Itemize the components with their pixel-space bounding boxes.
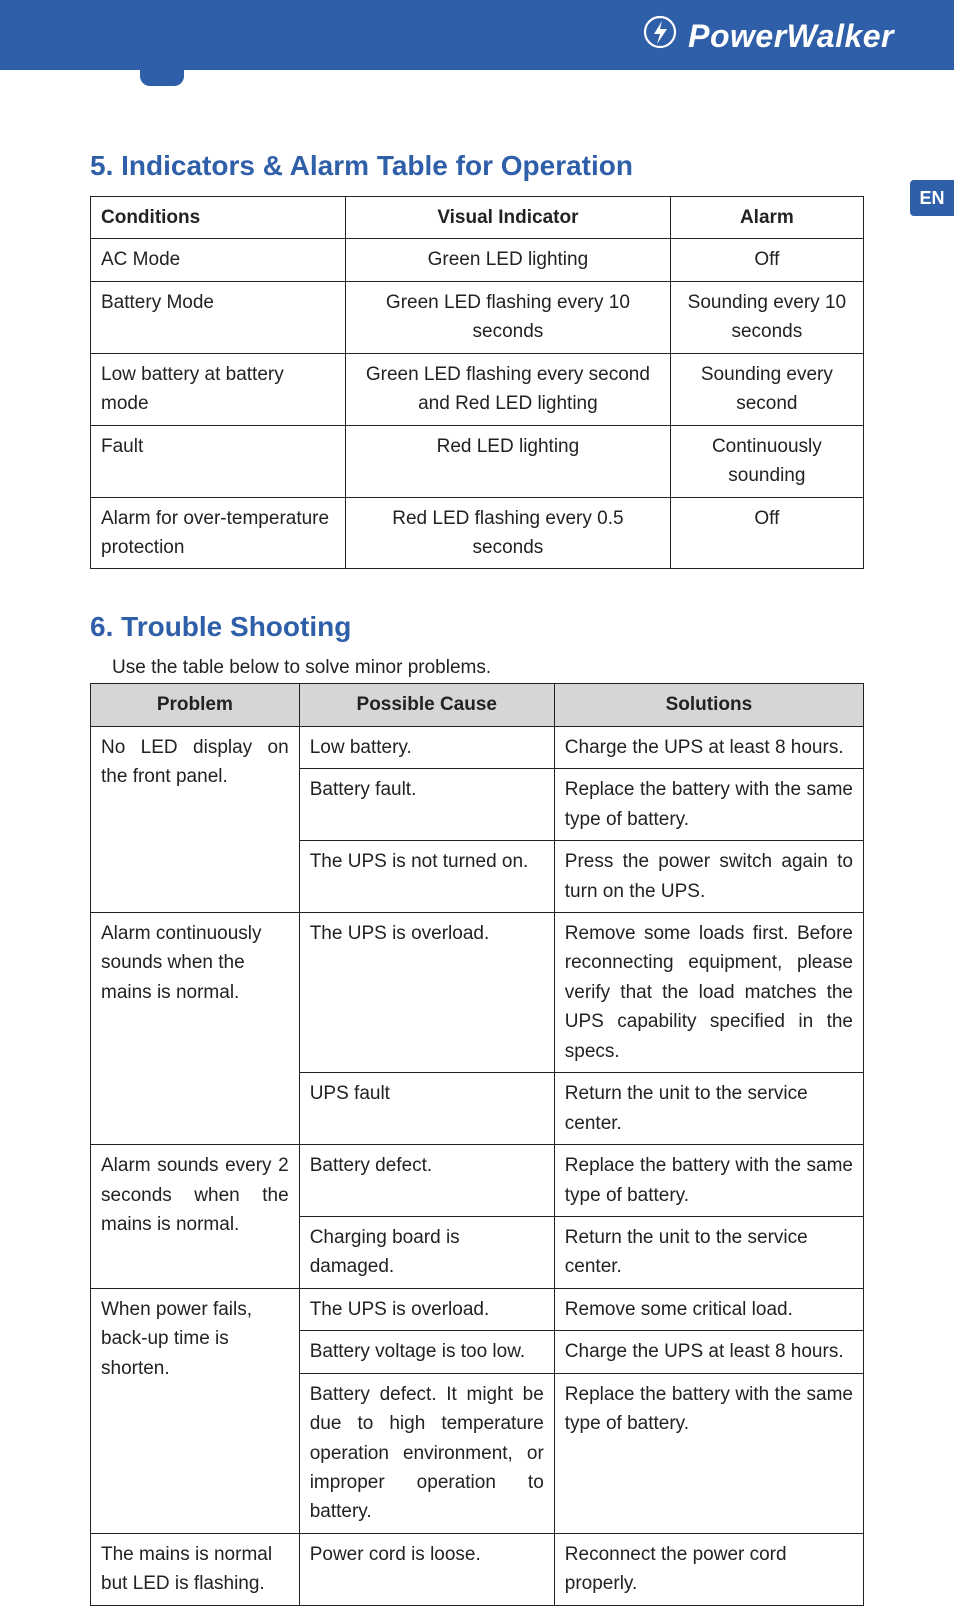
brand-logo: PowerWalker <box>642 14 894 58</box>
cell-cause: Battery fault. <box>299 769 554 841</box>
section6-intro: Use the table below to solve minor probl… <box>112 657 864 679</box>
cell-visual: Red LED lighting <box>346 425 671 497</box>
cell-problem: The mains is normal but LED is flashing. <box>91 1533 300 1605</box>
content: 5. Indicators & Alarm Table for Operatio… <box>90 0 864 1606</box>
table-row: When power fails, back-up time is shorte… <box>91 1288 864 1330</box>
cell-cause: Battery defect. <box>299 1145 554 1217</box>
cell-solution: Replace the battery with the same type o… <box>554 1373 863 1533</box>
cell-visual: Green LED flashing every 10 seconds <box>346 281 671 353</box>
cell-cause: Low battery. <box>299 726 554 768</box>
table-row: Low battery at battery mode Green LED fl… <box>91 353 864 425</box>
section6-title: 6. Trouble Shooting <box>90 611 864 643</box>
cell-alarm: Off <box>670 497 863 569</box>
cell-alarm: Off <box>670 239 863 281</box>
cell-cause: UPS fault <box>299 1073 554 1145</box>
cell-cause: Power cord is loose. <box>299 1533 554 1605</box>
cell-solution: Return the unit to the service center. <box>554 1073 863 1145</box>
table-row: AC Mode Green LED lighting Off <box>91 239 864 281</box>
cell-alarm: Sounding every 10 seconds <box>670 281 863 353</box>
table-header-row: Conditions Visual Indicator Alarm <box>91 197 864 239</box>
language-badge: EN <box>910 180 954 216</box>
header-tab-stub <box>140 0 184 86</box>
troubleshooting-table: Problem Possible Cause Solutions No LED … <box>90 683 864 1605</box>
table-row: Battery Mode Green LED flashing every 10… <box>91 281 864 353</box>
cell-problem: Alarm continuously sounds when the mains… <box>91 913 300 1145</box>
cell-solution: Return the unit to the service center. <box>554 1216 863 1288</box>
table-row: Alarm sounds every 2 seconds when the ma… <box>91 1145 864 1217</box>
table-row: Alarm for over-temperature protection Re… <box>91 497 864 569</box>
cell-solution: Press the power switch again to turn on … <box>554 841 863 913</box>
header-bar: PowerWalker <box>0 0 954 86</box>
cell-cause: The UPS is overload. <box>299 913 554 1073</box>
cell-solution: Reconnect the power cord properly. <box>554 1533 863 1605</box>
cell-cause: Battery defect. It might be due to high … <box>299 1373 554 1533</box>
indicators-table: Conditions Visual Indicator Alarm AC Mod… <box>90 196 864 569</box>
cell-solution: Replace the battery with the same type o… <box>554 1145 863 1217</box>
col-cause: Possible Cause <box>299 684 554 726</box>
col-alarm: Alarm <box>670 197 863 239</box>
table-row: The mains is normal but LED is flashing.… <box>91 1533 864 1605</box>
cell-visual: Red LED flashing every 0.5 seconds <box>346 497 671 569</box>
cell-cause: The UPS is overload. <box>299 1288 554 1330</box>
cell-visual: Green LED flashing every second and Red … <box>346 353 671 425</box>
cell-condition: Fault <box>91 425 346 497</box>
col-conditions: Conditions <box>91 197 346 239</box>
cell-solution: Remove some critical load. <box>554 1288 863 1330</box>
col-solution: Solutions <box>554 684 863 726</box>
section5-title: 5. Indicators & Alarm Table for Operatio… <box>90 150 864 182</box>
brand-icon <box>642 14 678 58</box>
cell-alarm: Sounding every second <box>670 353 863 425</box>
cell-solution: Remove some loads first. Before reconnec… <box>554 913 863 1073</box>
cell-cause: Charging board is damaged. <box>299 1216 554 1288</box>
cell-condition: Low battery at battery mode <box>91 353 346 425</box>
col-problem: Problem <box>91 684 300 726</box>
cell-solution: Replace the battery with the same type o… <box>554 769 863 841</box>
cell-problem: When power fails, back-up time is shorte… <box>91 1288 300 1533</box>
table-row: Fault Red LED lighting Continuously soun… <box>91 425 864 497</box>
cell-condition: AC Mode <box>91 239 346 281</box>
cell-cause: The UPS is not turned on. <box>299 841 554 913</box>
cell-visual: Green LED lighting <box>346 239 671 281</box>
brand-text: PowerWalker <box>688 18 894 55</box>
cell-condition: Battery Mode <box>91 281 346 353</box>
cell-alarm: Continuously sounding <box>670 425 863 497</box>
cell-solution: Charge the UPS at least 8 hours. <box>554 726 863 768</box>
cell-problem: No LED display on the front panel. <box>91 726 300 912</box>
col-visual: Visual Indicator <box>346 197 671 239</box>
table-row: Alarm continuously sounds when the mains… <box>91 913 864 1073</box>
table-header-row: Problem Possible Cause Solutions <box>91 684 864 726</box>
section6: 6. Trouble Shooting Use the table below … <box>90 611 864 1605</box>
cell-problem: Alarm sounds every 2 seconds when the ma… <box>91 1145 300 1289</box>
page: PowerWalker EN 5. Indicators & Alarm Tab… <box>0 0 954 1352</box>
table-row: No LED display on the front panel. Low b… <box>91 726 864 768</box>
cell-condition: Alarm for over-temperature protection <box>91 497 346 569</box>
